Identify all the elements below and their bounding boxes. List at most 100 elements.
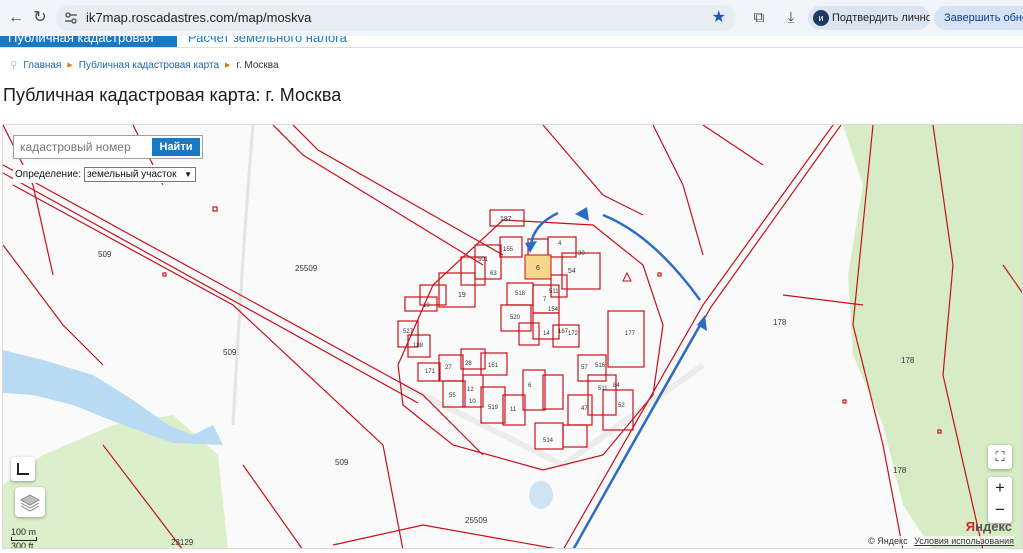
parcel-number-label: 516 xyxy=(595,363,606,369)
parcel-number-label: 6 xyxy=(536,265,540,272)
parcel-number-label: 171 xyxy=(425,369,436,375)
chevron-down-icon: ▼ xyxy=(184,169,193,179)
ruler-tool-button[interactable] xyxy=(11,457,35,481)
verify-identity-label: Подтвердить личность xyxy=(832,12,930,24)
parcel-number-label: 187 xyxy=(500,216,512,223)
zoom-control: + − xyxy=(988,477,1012,523)
download-icon[interactable]: ⤓ xyxy=(780,7,802,29)
map-copyright: © Яндекс Условия использования xyxy=(868,536,1014,546)
copyright-text: © Яндекс xyxy=(868,536,908,546)
site-nav: Публичная кадастровая карта Расчет земел… xyxy=(0,36,1023,48)
site-info-icon[interactable] xyxy=(64,11,78,25)
parcel-number-label: 7 xyxy=(543,297,547,303)
parcel-number-label: 518 xyxy=(515,291,526,297)
parcel-number-label: 63 xyxy=(490,271,497,277)
fullscreen-icon: ⛶ xyxy=(995,449,1005,464)
parcel-number-label: 178 xyxy=(773,318,787,327)
map-canvas[interactable]: 509 25509 509 509 25509 23129 178 178 178 187 155 5… xyxy=(3,125,1023,549)
parcel-number-label: 177 xyxy=(625,331,636,337)
parcel-number-label: 511 xyxy=(598,386,608,392)
definition-label: Определение: xyxy=(15,168,82,180)
layers-button[interactable] xyxy=(15,487,45,517)
cadastral-search: Найти xyxy=(13,135,203,159)
parcel-number-label: 11 xyxy=(510,407,517,413)
tab-cadastral-map[interactable]: Публичная кадастровая карта xyxy=(0,36,177,47)
extensions-icon[interactable]: ⧉ xyxy=(748,7,770,29)
pond xyxy=(529,481,553,509)
breadcrumb-separator-icon: ▶ xyxy=(67,62,73,69)
bookmark-star-icon[interactable]: ★ xyxy=(712,7,726,27)
definition-row: Определение: земельный участок ▼ xyxy=(13,165,197,183)
parcel-number-label: 188 xyxy=(413,343,424,349)
url-text: ik7map.roscadastres.com/map/moskva xyxy=(86,10,312,25)
breadcrumb-map-link[interactable]: Публичная кадастровая карта xyxy=(79,60,219,71)
parcel-number-label: 154 xyxy=(548,307,559,313)
profile-badge-icon: и xyxy=(813,10,829,26)
parcel-number-label: 23129 xyxy=(171,538,194,547)
parcel-number-label: 4 xyxy=(558,241,562,247)
parcel-number-label: 55 xyxy=(449,393,456,399)
find-button[interactable]: Найти xyxy=(152,138,200,156)
triangle-marker xyxy=(622,271,632,282)
parcel-number-label: 509 xyxy=(98,250,112,259)
parcel-number-label: 172 xyxy=(568,331,579,337)
breadcrumb: ⚲ Главная ▶ Публичная кадастровая карта … xyxy=(10,58,279,72)
reload-icon[interactable]: ↻ xyxy=(28,6,52,30)
fullscreen-button[interactable]: ⛶ xyxy=(988,445,1012,469)
verify-identity-button[interactable]: и Подтвердить личность xyxy=(808,6,930,30)
yandex-logo: Яндекс xyxy=(965,519,1012,534)
parcel-number-label: 6 xyxy=(528,383,532,389)
parcel-number-label: 178 xyxy=(901,356,915,365)
parcel-number-label: 57 xyxy=(581,365,588,371)
parcel-number-label: 161 xyxy=(488,363,499,369)
tab-land-tax[interactable]: Расчет земельного налога xyxy=(188,36,347,47)
parcel-number-label: 52 xyxy=(618,403,625,409)
parcel-number-label: 178 xyxy=(893,466,907,475)
breadcrumb-separator-icon: ▶ xyxy=(225,62,231,69)
finish-update-label: Завершить обновление xyxy=(944,12,1023,24)
scale-feet: 300 ft xyxy=(11,541,34,549)
zoom-out-button[interactable]: − xyxy=(988,499,1012,521)
layers-icon xyxy=(19,494,41,512)
parcel-number-label: 14 xyxy=(543,331,550,337)
location-pin-icon: ⚲ xyxy=(10,59,18,71)
ruler-icon xyxy=(17,463,29,475)
parcel-number-label: 514 xyxy=(543,438,554,444)
parcel-number-label: 509 xyxy=(335,458,349,467)
parcel-number-label: 527 xyxy=(403,329,414,335)
parcel-number-label: 28 xyxy=(465,361,472,367)
parcel-number-label: 47 xyxy=(581,406,588,412)
parcel-number-label: 501 xyxy=(478,257,489,263)
cadastral-map[interactable]: 509 25509 509 509 25509 23129 178 178 178 187 155 5… xyxy=(2,124,1023,549)
parcel-number-label: 84 xyxy=(613,383,620,389)
parcel-number-label: 25509 xyxy=(465,516,488,525)
breadcrumb-home-link[interactable]: Главная xyxy=(23,60,61,71)
back-icon[interactable]: ← xyxy=(4,6,28,30)
terms-of-use-link[interactable]: Условия использования xyxy=(914,536,1014,546)
parcel-number-label: 509 xyxy=(223,348,237,357)
cadastral-number-input[interactable] xyxy=(14,136,150,158)
parcel-number-label: 155 xyxy=(503,247,514,253)
parcel-number-label: 519 xyxy=(488,405,499,411)
definition-value: земельный участок xyxy=(87,168,177,180)
arrow-head xyxy=(575,207,589,221)
scale-meters: 100 m xyxy=(11,527,37,537)
address-bar[interactable]: ik7map.roscadastres.com/map/moskva ★ xyxy=(56,5,736,31)
arrow-head xyxy=(525,241,537,253)
parcel-number-label: 10 xyxy=(469,399,476,405)
parcel-number-label: 19 xyxy=(458,292,466,299)
zoom-in-button[interactable]: + xyxy=(988,477,1012,499)
browser-toolbar: ← ↻ ik7map.roscadastres.com/map/moskva ★… xyxy=(0,0,1023,36)
parcel-number-label: 27 xyxy=(445,365,452,371)
map-scale: 100 m 300 ft xyxy=(11,527,37,549)
parcel-number-label: 25509 xyxy=(295,264,318,273)
parcel-number-label: 520 xyxy=(510,315,521,321)
breadcrumb-current: г. Москва xyxy=(236,59,279,71)
finish-update-button[interactable]: Завершить обновление xyxy=(934,6,1023,30)
page-title: Публичная кадастровая карта: г. Москва xyxy=(3,85,342,105)
parcel-number-label: 30 xyxy=(578,251,585,257)
definition-select[interactable]: земельный участок ▼ xyxy=(84,166,197,182)
parcel-number-label: 511 xyxy=(549,289,559,295)
parcel-number-label: 12 xyxy=(467,387,474,393)
parcel-number-label: 54 xyxy=(568,268,576,275)
